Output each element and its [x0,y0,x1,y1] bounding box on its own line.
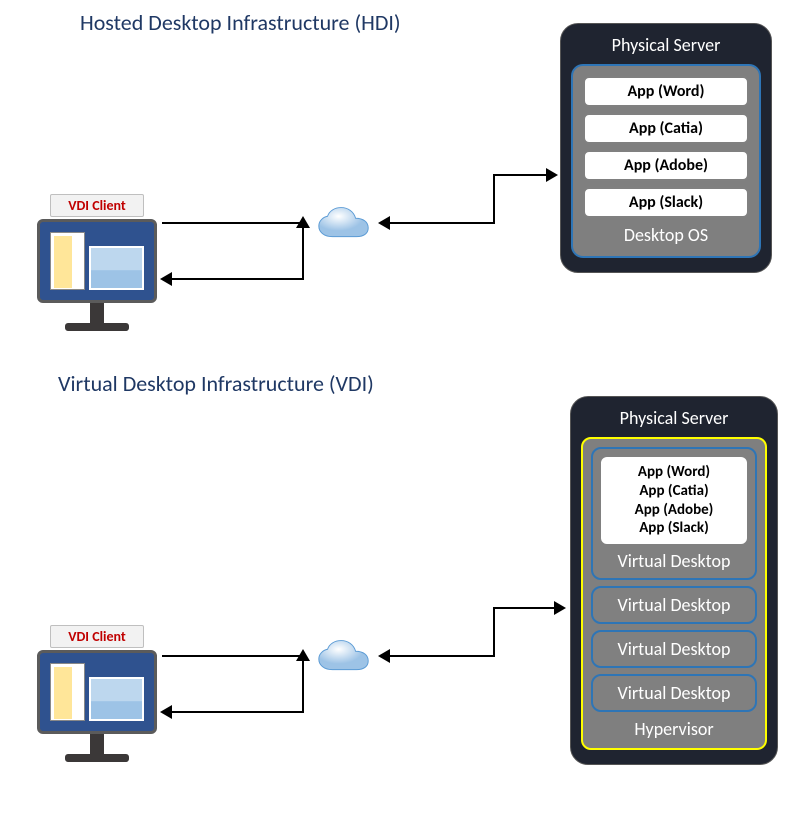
monitor-stand [90,303,104,323]
cloud-icon [313,205,375,245]
arrow-segment [162,222,302,224]
virtual-desktop: Virtual Desktop [591,630,757,668]
monitor-stand [90,734,104,754]
monitor-icon [37,219,157,303]
monitor-base [65,754,129,762]
vdi-app: App (Word) [611,463,737,482]
vdi-title: Virtual Desktop Infrastructure (VDI) [58,370,374,397]
virtual-desktop-label: Virtual Desktop [599,682,749,704]
vdi-hypervisor: App (Word) App (Catia) App (Adobe) App (… [581,437,767,750]
arrow-segment [443,655,495,657]
arrow-head-icon [160,705,172,719]
hdi-title: Hosted Desktop Infrastructure (HDI) [80,9,401,36]
vdi-client-label: VDI Client [50,625,144,648]
virtual-desktop-label: Virtual Desktop [599,594,749,616]
arrow-segment [443,222,495,224]
hdi-server: Physical Server App (Word) App (Catia) A… [560,23,772,273]
arrow-segment [493,607,495,657]
vdi-app: App (Catia) [611,482,737,501]
arrow-segment [389,222,443,224]
arrow-segment [302,657,304,713]
hdi-app: App (Catia) [583,113,749,144]
hdi-app: App (Slack) [583,187,749,218]
arrow-segment [162,655,302,657]
hdi-desktop-os: App (Word) App (Catia) App (Adobe) App (… [571,64,761,258]
virtual-desktop: App (Word) App (Catia) App (Adobe) App (… [591,447,757,580]
arrow-segment [493,174,495,224]
virtual-desktop: Virtual Desktop [591,674,757,712]
vdi-server: Physical Server App (Word) App (Catia) A… [570,396,778,765]
arrow-head-icon [546,168,558,182]
monitor-panel-image [89,246,144,290]
arrow-head-icon [378,216,390,230]
hypervisor-label: Hypervisor [591,718,757,740]
monitor-panel-spreadsheet [50,663,85,721]
arrow-segment [172,278,302,280]
arrow-segment [389,655,443,657]
arrow-head-icon [378,649,390,663]
hdi-server-label: Physical Server [571,30,761,64]
virtual-desktop: Virtual Desktop [591,586,757,624]
vdi-server-label: Physical Server [581,403,767,437]
vdi-app: App (Slack) [611,519,737,538]
hdi-app: App (Word) [583,76,749,107]
hdi-client: VDI Client [37,194,157,334]
arrow-segment [493,174,547,176]
virtual-desktop-label: Virtual Desktop [599,638,749,660]
monitor-panel-spreadsheet [50,232,85,290]
cloud-icon [313,638,375,678]
hdi-client-label: VDI Client [50,194,144,217]
vdi-app-stack: App (Word) App (Catia) App (Adobe) App (… [599,455,749,546]
hdi-os-label: Desktop OS [583,224,749,246]
monitor-icon [37,650,157,734]
hdi-app: App (Adobe) [583,150,749,181]
arrow-segment [493,607,555,609]
vdi-client: VDI Client [37,625,157,765]
monitor-base [65,323,129,331]
arrow-segment [172,711,302,713]
vdi-app: App (Adobe) [611,501,737,520]
monitor-panel-image [89,677,144,721]
arrow-head-icon [160,272,172,286]
arrow-head-icon [554,601,566,615]
arrow-segment [302,224,304,280]
virtual-desktop-label: Virtual Desktop [599,550,749,572]
